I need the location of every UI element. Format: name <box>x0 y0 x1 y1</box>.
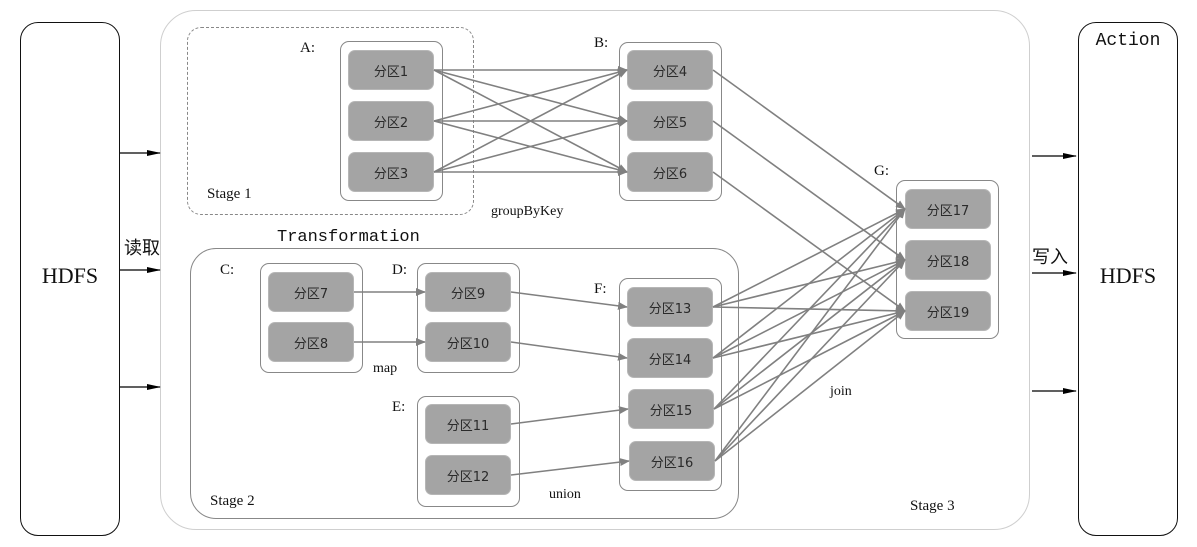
partition-1: 分区1 <box>348 50 434 90</box>
sink-hdfs: Action HDFS <box>1078 22 1178 536</box>
partition-9: 分区9 <box>425 272 511 312</box>
read-label: 读取 <box>124 238 160 259</box>
op-union: union <box>549 487 581 502</box>
rdd-e-label: E: <box>392 399 406 415</box>
source-hdfs: HDFS <box>20 22 120 536</box>
op-groupbykey: groupByKey <box>491 204 564 219</box>
partition-3: 分区3 <box>348 152 434 192</box>
partition-16: 分区16 <box>629 441 715 481</box>
partition-19: 分区19 <box>905 291 991 331</box>
op-join: join <box>830 384 852 399</box>
partition-17: 分区17 <box>905 189 991 229</box>
rdd-a-label: A: <box>300 40 315 56</box>
partition-10: 分区10 <box>425 322 511 362</box>
partition-4: 分区4 <box>627 50 713 90</box>
partition-8: 分区8 <box>268 322 354 362</box>
partition-2: 分区2 <box>348 101 434 141</box>
write-label: 写入 <box>1032 247 1068 268</box>
rdd-g-label: G: <box>874 163 889 179</box>
stage2-label: Stage 2 <box>210 493 255 509</box>
stage1-label: Stage 1 <box>207 186 252 202</box>
rdd-b-label: B: <box>594 35 609 51</box>
partition-13: 分区13 <box>627 287 713 327</box>
partition-5: 分区5 <box>627 101 713 141</box>
sink-hdfs-label: HDFS <box>1099 263 1157 288</box>
partition-6: 分区6 <box>627 152 713 192</box>
partition-15: 分区15 <box>628 389 714 429</box>
partition-12: 分区12 <box>425 455 511 495</box>
partition-14: 分区14 <box>627 338 713 378</box>
rdd-f-label: F: <box>594 281 607 297</box>
rdd-c-label: C: <box>220 262 235 278</box>
stage3-label: Stage 3 <box>910 498 955 514</box>
source-hdfs-label: HDFS <box>41 263 99 288</box>
action-label: Action <box>1095 31 1161 51</box>
partition-11: 分区11 <box>425 404 511 444</box>
transformation-label: Transformation <box>277 228 420 247</box>
op-map: map <box>373 361 398 376</box>
partition-18: 分区18 <box>905 240 991 280</box>
rdd-d-label: D: <box>392 262 407 278</box>
partition-7: 分区7 <box>268 272 354 312</box>
